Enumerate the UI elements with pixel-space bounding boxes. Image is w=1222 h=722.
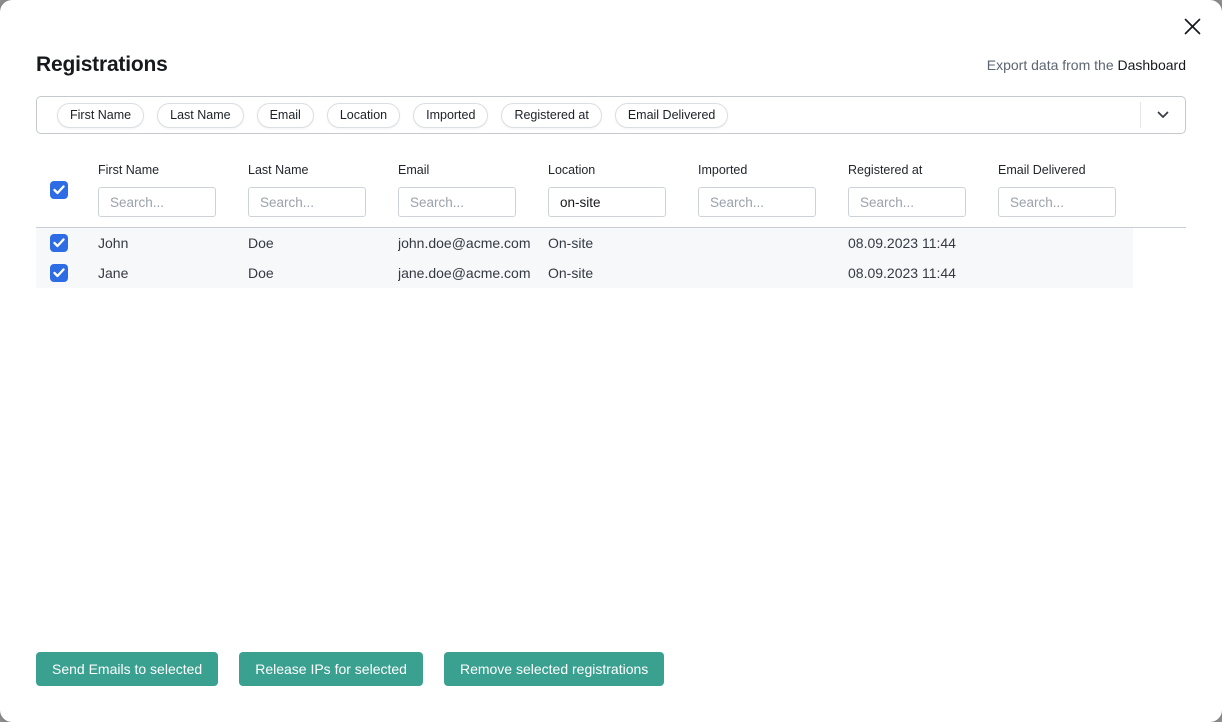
column-label: Imported	[698, 162, 848, 178]
column-label: Location	[548, 162, 698, 178]
cell-registered-at: 08.09.2023 11:44	[848, 265, 998, 281]
cell-first-name: Jane	[98, 265, 248, 281]
last-name-filter-input[interactable]	[248, 187, 366, 217]
export-note-prefix: Export data from the	[987, 57, 1118, 73]
filter-dropdown-button[interactable]	[1141, 97, 1185, 133]
table-row[interactable]: John Doe john.doe@acme.com On-site 08.09…	[36, 228, 1133, 258]
row-checkbox-cell	[36, 264, 98, 282]
registrations-table: First Name Last Name Email Location Impo…	[36, 162, 1186, 288]
filter-chip-email-delivered[interactable]: Email Delivered	[615, 103, 729, 128]
column-label: Email	[398, 162, 548, 178]
column-header-registered-at: Registered at	[848, 162, 998, 217]
filter-chip-location[interactable]: Location	[327, 103, 400, 128]
close-icon	[1183, 17, 1202, 36]
first-name-filter-input[interactable]	[98, 187, 216, 217]
filter-chips: First Name Last Name Email Location Impo…	[37, 103, 1140, 128]
select-all-cell	[36, 181, 98, 199]
action-buttons: Send Emails to selected Release IPs for …	[36, 652, 1186, 686]
column-label: Email Delivered	[998, 162, 1186, 178]
close-button[interactable]	[1179, 13, 1205, 39]
filter-chip-email[interactable]: Email	[257, 103, 314, 128]
filter-chip-first-name[interactable]: First Name	[57, 103, 144, 128]
cell-last-name: Doe	[248, 235, 398, 251]
chevron-down-icon	[1157, 111, 1169, 119]
cell-registered-at: 08.09.2023 11:44	[848, 235, 998, 251]
registrations-modal: Registrations Export data from the Dashb…	[0, 0, 1222, 722]
export-note: Export data from the Dashboard	[987, 57, 1186, 73]
cell-email: jane.doe@acme.com	[398, 265, 548, 281]
dashboard-link[interactable]: Dashboard	[1118, 57, 1187, 73]
filter-chip-last-name[interactable]: Last Name	[157, 103, 243, 128]
filter-chip-imported[interactable]: Imported	[413, 103, 488, 128]
cell-first-name: John	[98, 235, 248, 251]
release-ips-button[interactable]: Release IPs for selected	[239, 652, 423, 686]
cell-location: On-site	[548, 265, 698, 281]
remove-registrations-button[interactable]: Remove selected registrations	[444, 652, 664, 686]
column-label: First Name	[98, 162, 248, 178]
column-header-last-name: Last Name	[248, 162, 398, 217]
check-icon	[53, 185, 65, 195]
row-checkbox[interactable]	[50, 264, 68, 282]
registered-at-filter-input[interactable]	[848, 187, 966, 217]
column-label: Registered at	[848, 162, 998, 178]
column-label: Last Name	[248, 162, 398, 178]
cell-last-name: Doe	[248, 265, 398, 281]
column-header-email-delivered: Email Delivered	[998, 162, 1186, 217]
table-header: First Name Last Name Email Location Impo…	[36, 162, 1186, 228]
cell-location: On-site	[548, 235, 698, 251]
table-row[interactable]: Jane Doe jane.doe@acme.com On-site 08.09…	[36, 258, 1133, 288]
column-header-first-name: First Name	[98, 162, 248, 217]
row-checkbox-cell	[36, 234, 98, 252]
imported-filter-input[interactable]	[698, 187, 816, 217]
send-emails-button[interactable]: Send Emails to selected	[36, 652, 218, 686]
table-body: John Doe john.doe@acme.com On-site 08.09…	[36, 228, 1186, 288]
column-header-email: Email	[398, 162, 548, 217]
column-header-location: Location	[548, 162, 698, 217]
row-checkbox[interactable]	[50, 234, 68, 252]
email-filter-input[interactable]	[398, 187, 516, 217]
column-header-imported: Imported	[698, 162, 848, 217]
dialog-header: Registrations Export data from the Dashb…	[36, 52, 1186, 78]
select-all-checkbox[interactable]	[50, 181, 68, 199]
cell-email: john.doe@acme.com	[398, 235, 548, 251]
check-icon	[53, 238, 65, 248]
filter-chip-registered-at[interactable]: Registered at	[501, 103, 601, 128]
location-filter-input[interactable]	[548, 187, 666, 217]
page-title: Registrations	[36, 52, 168, 78]
filter-bar: First Name Last Name Email Location Impo…	[36, 96, 1186, 134]
check-icon	[53, 268, 65, 278]
email-delivered-filter-input[interactable]	[998, 187, 1116, 217]
